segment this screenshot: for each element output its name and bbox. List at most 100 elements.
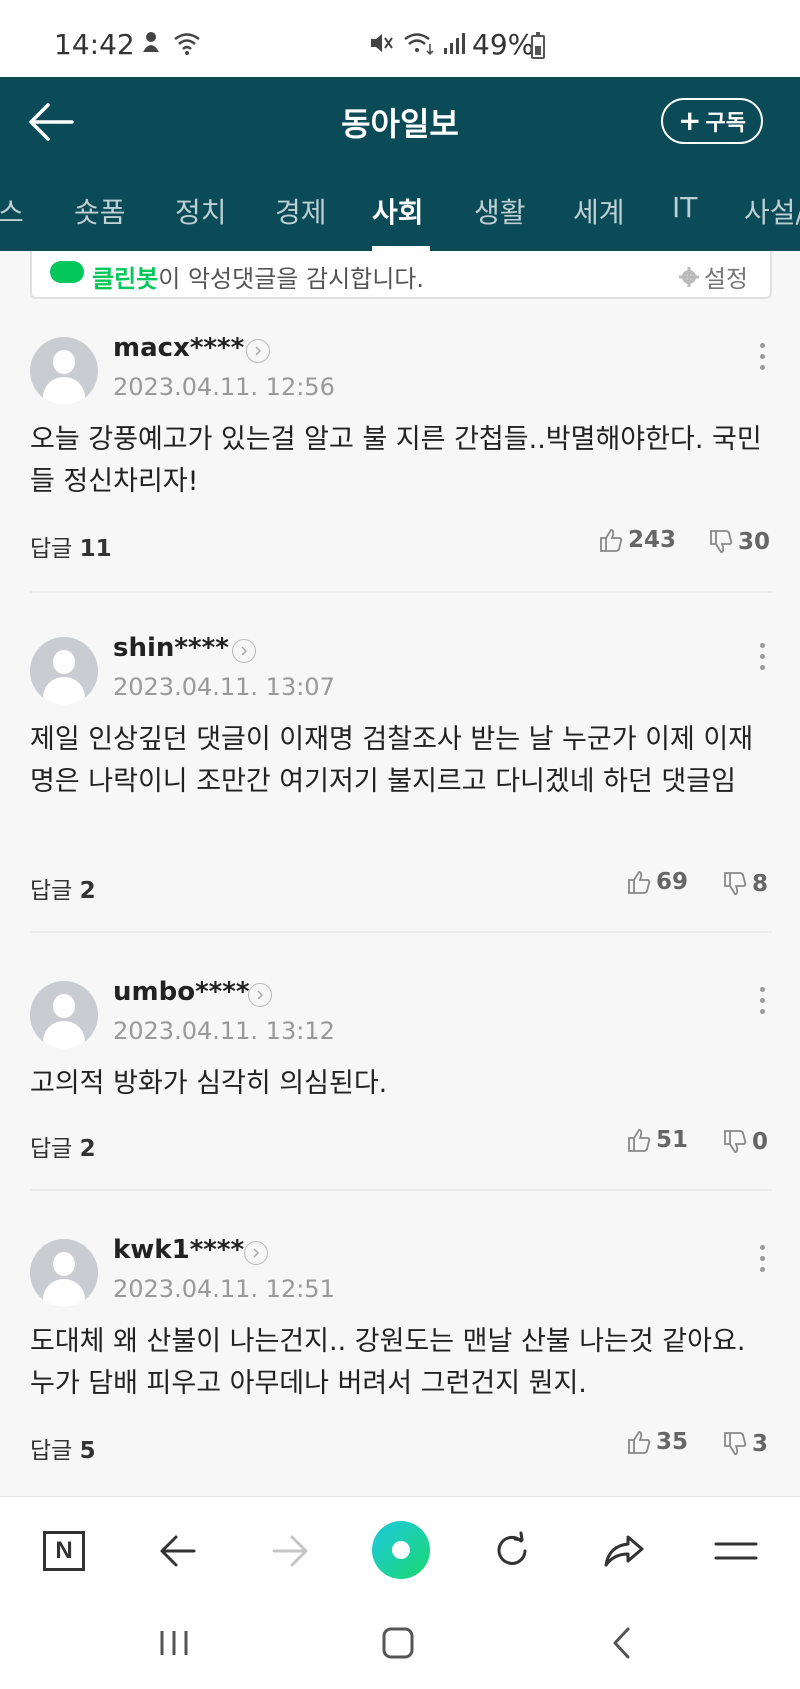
profile-arrow-button[interactable] <box>232 639 256 663</box>
more-options-icon[interactable] <box>752 643 772 677</box>
comment-username[interactable]: kwk1**** <box>113 1235 244 1265</box>
comment-text: 제일 인상깊던 댓글이 이재명 검찰조사 받는 날 누군가 이제 이재명은 나락… <box>30 724 754 797</box>
like-count: 69 <box>656 869 689 895</box>
tab-it[interactable]: IT <box>672 191 697 224</box>
reply-button[interactable]: 답글 5 <box>30 1431 96 1465</box>
avatar[interactable] <box>30 1239 98 1307</box>
dislike-count: 0 <box>752 1129 769 1155</box>
chevron-right-icon <box>253 1248 260 1258</box>
reply-label: 답글 <box>30 1438 73 1464</box>
comment-username[interactable]: shin**** <box>113 633 229 663</box>
arrow-left-icon <box>160 1535 196 1567</box>
comment-item: macx**** 2023.04.11. 12:56 오늘 강풍예고가 있는걸 … <box>30 333 772 593</box>
reply-count: 2 <box>79 1136 96 1162</box>
more-options-icon[interactable] <box>752 987 772 1021</box>
tab-world[interactable]: 세계 <box>573 191 625 231</box>
tab-economy[interactable]: 경제 <box>275 191 327 231</box>
reply-count: 2 <box>79 878 96 904</box>
thumbs-down-icon <box>724 872 747 895</box>
tab-society[interactable]: 사회 <box>372 191 424 231</box>
battery-percent: 49% <box>472 28 535 61</box>
mute-icon <box>371 34 393 52</box>
status-right-icons <box>368 30 470 56</box>
like-button[interactable]: 35 <box>626 1429 688 1455</box>
comment-date: 2023.04.11. 12:51 <box>113 1275 335 1303</box>
thumbs-up-icon <box>600 529 623 552</box>
hamburger-icon <box>714 1542 758 1560</box>
comment-list: 클린봇이 악성댓글을 감시합니다. 설정 macx**** 2023.04.11… <box>0 251 800 1496</box>
dislike-button[interactable]: 30 <box>708 529 770 555</box>
share-icon <box>604 1535 644 1567</box>
reply-count: 11 <box>79 536 112 562</box>
dislike-count: 3 <box>752 1431 769 1457</box>
tab-life[interactable]: 생활 <box>474 191 526 231</box>
browser-toolbar: N <box>0 1496 800 1601</box>
reply-button[interactable]: 답글 2 <box>30 1129 96 1163</box>
thumbs-down-icon <box>724 1432 747 1455</box>
tab-scrolled-left[interactable]: 스 <box>0 191 24 231</box>
comment-username[interactable]: macx**** <box>113 333 244 363</box>
dislike-count: 30 <box>738 529 771 555</box>
comment-date: 2023.04.11. 12:56 <box>113 373 335 401</box>
home-button[interactable] <box>378 1623 418 1663</box>
reply-label: 답글 <box>30 1136 73 1162</box>
like-count: 243 <box>628 527 677 553</box>
dislike-button[interactable]: 0 <box>722 1129 768 1155</box>
share-button[interactable] <box>600 1527 648 1575</box>
setting-label: 설정 <box>703 265 748 293</box>
naver-home-button[interactable]: N <box>40 1527 88 1575</box>
recent-apps-button[interactable] <box>154 1623 194 1663</box>
like-button[interactable]: 243 <box>598 527 676 553</box>
more-options-icon[interactable] <box>752 1245 772 1279</box>
more-options-icon[interactable] <box>752 343 772 377</box>
reply-button[interactable]: 답글 2 <box>30 871 96 905</box>
chevron-left-icon <box>613 1627 630 1659</box>
back-nav-button[interactable] <box>154 1527 202 1575</box>
green-dot-button[interactable] <box>372 1521 430 1579</box>
system-back-button[interactable] <box>602 1623 642 1663</box>
dislike-button[interactable]: 3 <box>722 1431 768 1457</box>
reply-label: 답글 <box>30 536 73 562</box>
cleanbot-banner: 클린봇이 악성댓글을 감시합니다. 설정 <box>30 251 772 299</box>
tab-politics[interactable]: 정치 <box>175 191 227 231</box>
cleanbot-text: 클린봇이 악성댓글을 감시합니다. <box>52 259 424 294</box>
reply-count: 5 <box>79 1438 96 1464</box>
tab-editorial[interactable]: 사설/ <box>744 191 800 231</box>
cleanbot-message: 이 악성댓글을 감시합니다. <box>158 265 425 293</box>
comment-text: 도대체 왜 산불이 나는건지.. 강원도는 맨날 산불 나는것 같아요. 누가 … <box>30 1326 746 1399</box>
chevron-right-icon <box>241 646 248 656</box>
reply-button[interactable]: 답글 11 <box>30 529 112 563</box>
profile-arrow-button[interactable] <box>246 339 270 363</box>
comment-username[interactable]: umbo**** <box>113 977 249 1007</box>
like-count: 51 <box>656 1127 689 1153</box>
refresh-icon <box>497 1531 527 1565</box>
like-button[interactable]: 69 <box>626 869 688 895</box>
refresh-button[interactable] <box>488 1527 536 1575</box>
comment-item: umbo**** 2023.04.11. 13:12 고의적 방화가 심각히 의… <box>30 977 772 1191</box>
comment-item: shin**** 2023.04.11. 13:07 제일 인상깊던 댓글이 이… <box>30 633 772 933</box>
avatar[interactable] <box>30 637 98 705</box>
comment-date: 2023.04.11. 13:07 <box>113 673 335 701</box>
avatar[interactable] <box>30 337 98 405</box>
like-button[interactable]: 51 <box>626 1127 688 1153</box>
thumbs-down-icon <box>710 530 733 553</box>
dislike-count: 8 <box>752 871 769 897</box>
status-left-icons <box>140 30 202 56</box>
comment-date: 2023.04.11. 13:12 <box>113 1017 335 1045</box>
thumbs-up-icon <box>628 1431 651 1454</box>
profile-arrow-button[interactable] <box>244 1241 268 1265</box>
menu-button[interactable] <box>712 1527 760 1575</box>
subscribe-label: 구독 <box>705 111 746 136</box>
comment-text: 오늘 강풍예고가 있는걸 알고 불 지른 간첩들..박멸해야한다. 국민들 정신… <box>30 424 762 497</box>
dislike-button[interactable]: 8 <box>722 871 768 897</box>
comment-item: kwk1**** 2023.04.11. 12:51 도대체 왜 산불이 나는건… <box>30 1235 772 1496</box>
profile-arrow-button[interactable] <box>248 983 272 1007</box>
cleanbot-setting-button[interactable]: 설정 <box>678 259 748 294</box>
home-square-icon <box>382 1627 414 1659</box>
thumbs-up-icon <box>628 871 651 894</box>
subscribe-button[interactable]: + 구독 <box>661 98 763 144</box>
avatar[interactable] <box>30 981 98 1049</box>
notification-icon <box>143 32 159 52</box>
tab-shortform[interactable]: 숏폼 <box>74 191 126 231</box>
forward-nav-button[interactable] <box>266 1527 314 1575</box>
